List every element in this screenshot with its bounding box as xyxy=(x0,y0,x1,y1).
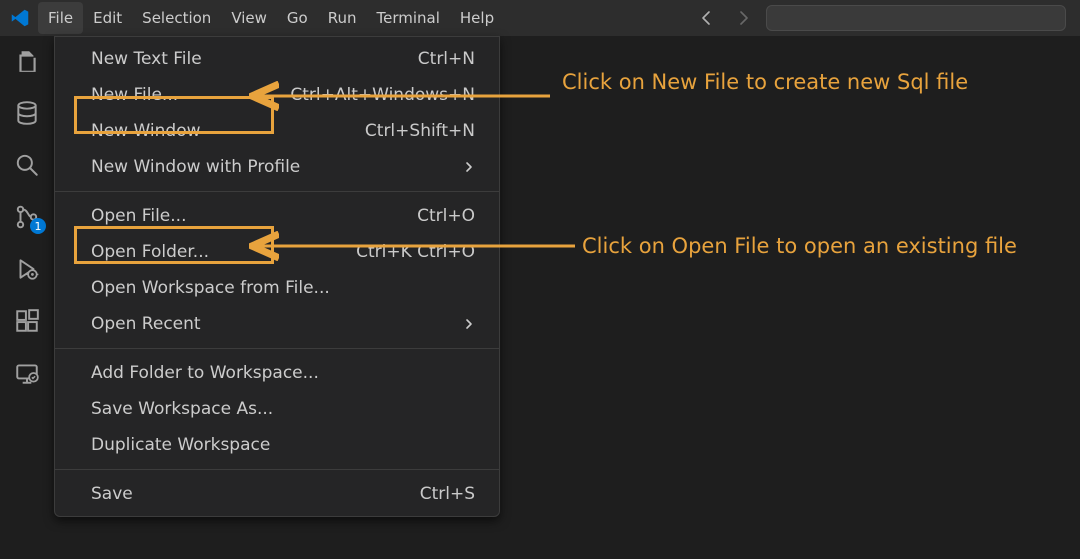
menu-item-shortcut: Ctrl+K Ctrl+O xyxy=(356,242,475,262)
menu-item-label: New File... xyxy=(91,85,290,105)
chevron-right-icon xyxy=(463,314,475,335)
titlebar-right xyxy=(694,5,1080,31)
menubar-item-help[interactable]: Help xyxy=(450,2,504,34)
menu-separator xyxy=(55,191,499,192)
menu-item-label: Open Recent xyxy=(91,314,463,334)
menu-item-open-file[interactable]: Open File...Ctrl+O xyxy=(55,198,499,234)
menu-item-shortcut: Ctrl+O xyxy=(417,206,475,226)
menu-item-save-workspace-as[interactable]: Save Workspace As... xyxy=(55,391,499,427)
menu-item-new-window-with-profile[interactable]: New Window with Profile xyxy=(55,149,499,185)
menubar-item-terminal[interactable]: Terminal xyxy=(367,2,450,34)
menubar-item-edit[interactable]: Edit xyxy=(83,2,132,34)
search-icon[interactable] xyxy=(12,150,42,180)
menu-item-save[interactable]: SaveCtrl+S xyxy=(55,476,499,512)
menu-item-shortcut: Ctrl+N xyxy=(418,49,475,69)
menu-item-duplicate-workspace[interactable]: Duplicate Workspace xyxy=(55,427,499,463)
menu-item-open-workspace-from-file[interactable]: Open Workspace from File... xyxy=(55,270,499,306)
run-debug-icon[interactable] xyxy=(12,254,42,284)
menu-item-label: Save xyxy=(91,484,420,504)
menu-item-label: New Text File xyxy=(91,49,418,69)
menu-item-shortcut: Ctrl+S xyxy=(420,484,475,504)
nav-back-icon[interactable] xyxy=(694,5,720,31)
menu-item-label: New Window with Profile xyxy=(91,157,463,177)
menubar-item-file[interactable]: File xyxy=(38,2,83,34)
menu-item-new-file[interactable]: New File...Ctrl+Alt+Windows+N xyxy=(55,77,499,113)
menu-item-new-text-file[interactable]: New Text FileCtrl+N xyxy=(55,41,499,77)
annotation-new-file: Click on New File to create new Sql file xyxy=(562,70,968,94)
menubar: FileEditSelectionViewGoRunTerminalHelp xyxy=(38,2,504,34)
menu-item-shortcut: Ctrl+Shift+N xyxy=(365,121,475,141)
source-control-badge: 1 xyxy=(30,218,46,234)
menu-item-label: Add Folder to Workspace... xyxy=(91,363,475,383)
annotation-open-file: Click on Open File to open an existing f… xyxy=(582,234,1017,258)
menu-item-label: Duplicate Workspace xyxy=(91,435,475,455)
source-control-icon[interactable]: 1 xyxy=(12,202,42,232)
chevron-right-icon xyxy=(463,157,475,178)
menu-item-shortcut: Ctrl+Alt+Windows+N xyxy=(290,85,475,105)
database-icon[interactable] xyxy=(12,98,42,128)
menu-item-new-window[interactable]: New WindowCtrl+Shift+N xyxy=(55,113,499,149)
menu-item-add-folder-to-workspace[interactable]: Add Folder to Workspace... xyxy=(55,355,499,391)
menu-item-label: Save Workspace As... xyxy=(91,399,475,419)
menu-separator xyxy=(55,348,499,349)
menubar-item-go[interactable]: Go xyxy=(277,2,318,34)
extensions-icon[interactable] xyxy=(12,306,42,336)
menu-item-open-folder[interactable]: Open Folder...Ctrl+K Ctrl+O xyxy=(55,234,499,270)
activitybar: 1 xyxy=(0,36,54,559)
titlebar: FileEditSelectionViewGoRunTerminalHelp xyxy=(0,0,1080,36)
command-center-input[interactable] xyxy=(766,5,1066,31)
menu-item-label: Open Folder... xyxy=(91,242,356,262)
remote-icon[interactable] xyxy=(12,358,42,388)
menu-separator xyxy=(55,469,499,470)
app-logo-icon xyxy=(8,6,32,30)
explorer-icon[interactable] xyxy=(12,46,42,76)
menu-item-label: New Window xyxy=(91,121,365,141)
file-menu-dropdown: New Text FileCtrl+NNew File...Ctrl+Alt+W… xyxy=(54,36,500,517)
menubar-item-view[interactable]: View xyxy=(221,2,277,34)
nav-forward-icon[interactable] xyxy=(730,5,756,31)
menubar-item-selection[interactable]: Selection xyxy=(132,2,221,34)
menu-item-label: Open File... xyxy=(91,206,417,226)
menu-item-open-recent[interactable]: Open Recent xyxy=(55,306,499,342)
menu-item-label: Open Workspace from File... xyxy=(91,278,475,298)
menubar-item-run[interactable]: Run xyxy=(318,2,367,34)
